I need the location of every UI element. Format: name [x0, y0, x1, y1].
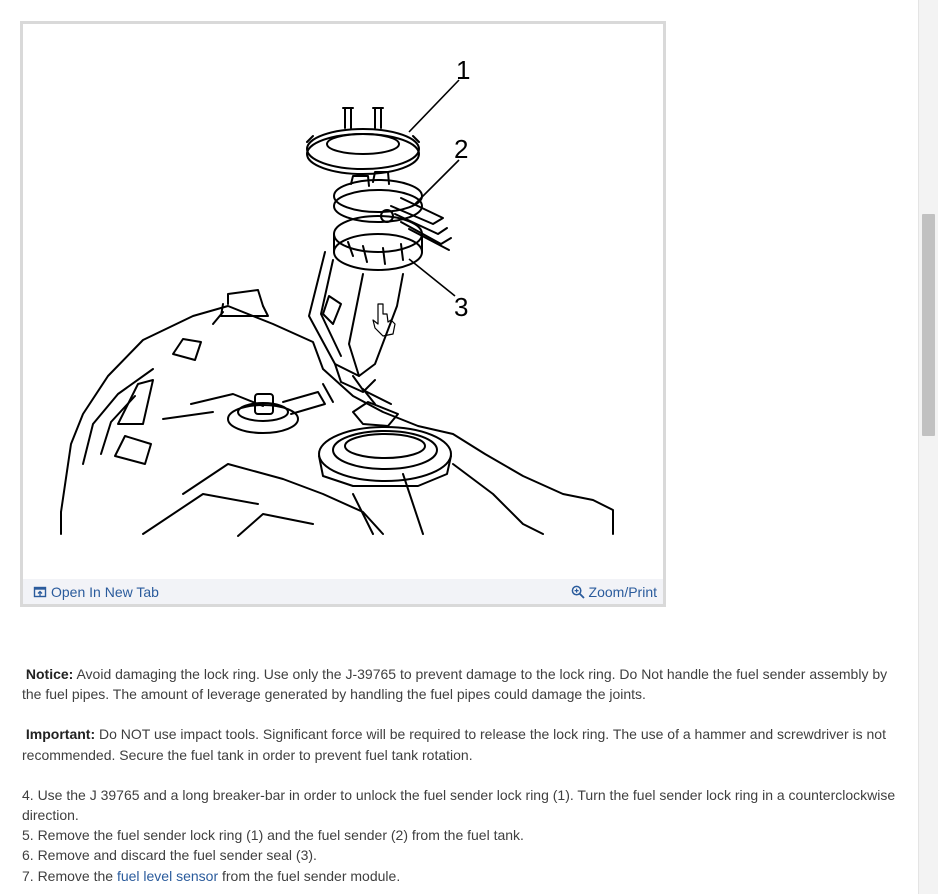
open-in-new-tab-button[interactable]: Open In New Tab: [33, 584, 159, 600]
figure-toolbar: Open In New Tab Zoom/Print: [23, 579, 663, 604]
notice-paragraph: Notice: Avoid damaging the lock ring. Us…: [22, 664, 898, 704]
procedure-text: Notice: Avoid damaging the lock ring. Us…: [22, 664, 898, 886]
step-7-suffix: from the fuel sender module.: [218, 867, 401, 884]
step-4: 4. Use the J 39765 and a long breaker-ba…: [22, 786, 896, 824]
vertical-scrollbar[interactable]: [918, 0, 938, 894]
step-7: 7. Remove the fuel level sensor from the…: [22, 866, 898, 886]
callout-1: 1: [456, 55, 470, 85]
important-paragraph: Important: Do NOT use impact tools. Sign…: [22, 724, 898, 764]
callout-3: 3: [454, 292, 468, 322]
diagram-figure: 1 2 3 Open In New Tab Zoom/Print: [20, 21, 666, 607]
step-7-prefix: 7. Remove the: [22, 867, 117, 884]
important-label: Important:: [25, 726, 96, 743]
fuel-level-sensor-link[interactable]: fuel level sensor: [117, 868, 218, 884]
step-5: 5. Remove the fuel sender lock ring (1) …: [22, 827, 524, 844]
scrollbar-thumb[interactable]: [922, 214, 935, 436]
important-text: Do NOT use impact tools. Significant for…: [22, 726, 886, 763]
open-in-new-tab-icon: [33, 586, 47, 598]
notice-label: Notice:: [25, 666, 74, 682]
open-in-new-tab-label: Open In New Tab: [51, 584, 159, 600]
zoom-icon: [571, 585, 585, 599]
zoom-print-label: Zoom/Print: [588, 584, 657, 600]
fuel-sender-diagram[interactable]: 1 2 3: [23, 24, 663, 579]
step-6: 6. Remove and discard the fuel sender se…: [22, 847, 317, 864]
notice-text: Avoid damaging the lock ring. Use only t…: [22, 666, 888, 703]
zoom-print-button[interactable]: Zoom/Print: [571, 584, 657, 600]
callout-2: 2: [454, 134, 468, 164]
